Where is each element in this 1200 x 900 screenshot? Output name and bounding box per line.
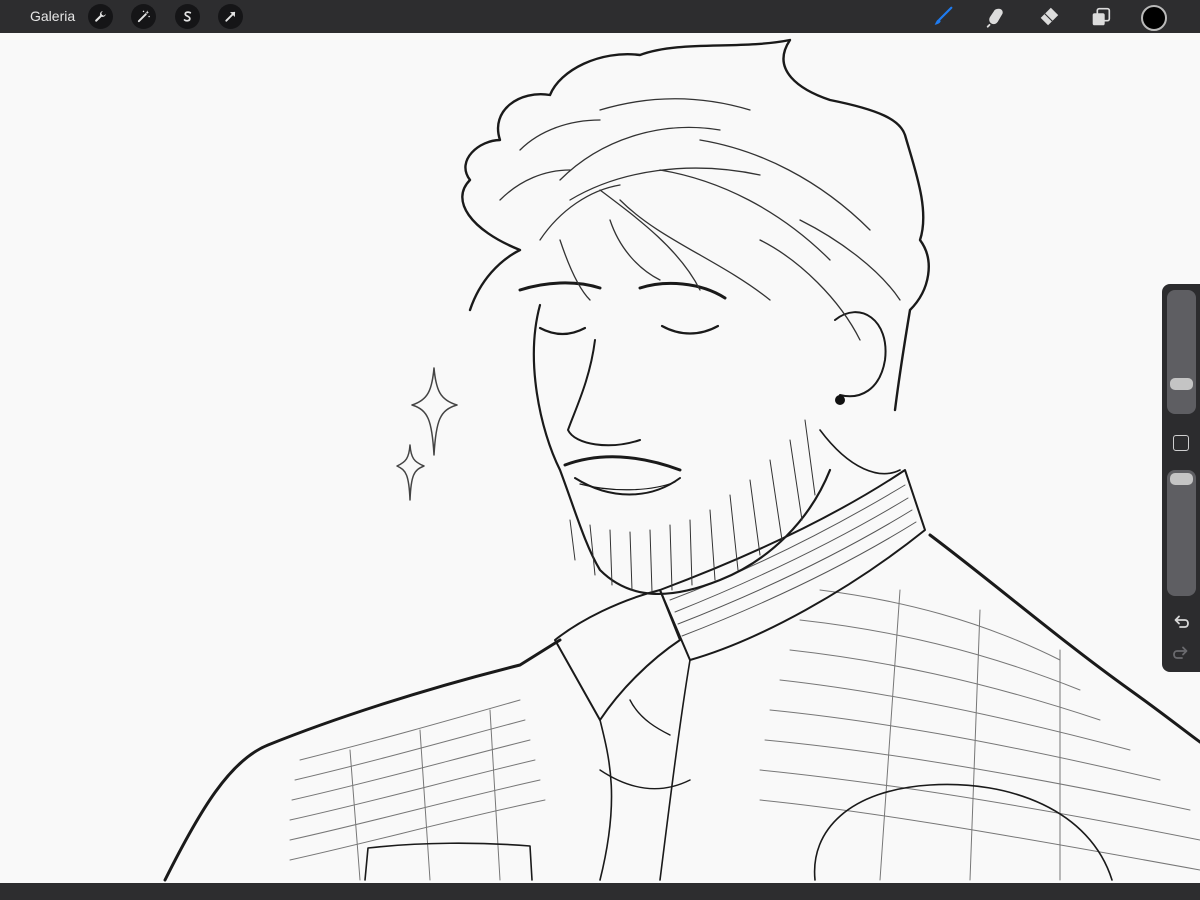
transform-button[interactable] xyxy=(218,4,243,29)
move-arrow-icon xyxy=(225,11,236,22)
layers-icon xyxy=(1092,7,1111,26)
side-toolbar xyxy=(1162,284,1200,672)
selection-button[interactable] xyxy=(175,4,200,29)
bottom-bar xyxy=(0,883,1200,900)
drawing-canvas[interactable] xyxy=(0,33,1200,883)
brush-size-slider[interactable] xyxy=(1167,290,1196,414)
eraser-icon xyxy=(1040,7,1059,26)
smudge-tool[interactable] xyxy=(983,4,1009,30)
eraser-tool[interactable] xyxy=(1036,4,1062,30)
wrench-icon xyxy=(95,11,106,22)
adjustments-button[interactable] xyxy=(131,4,156,29)
layers-tool[interactable] xyxy=(1088,4,1114,30)
magic-wand-icon xyxy=(137,10,150,23)
modify-button[interactable] xyxy=(1173,435,1189,451)
line-art-portrait xyxy=(163,38,1200,882)
gallery-button[interactable]: Galeria xyxy=(30,8,75,24)
top-toolbar: Galeria xyxy=(0,0,1200,33)
selection-s-icon xyxy=(183,11,192,22)
smudge-icon xyxy=(986,8,1003,28)
opacity-thumb[interactable] xyxy=(1170,473,1193,485)
redo-icon[interactable] xyxy=(1172,644,1190,662)
brush-tool[interactable] xyxy=(930,4,956,30)
actions-button[interactable] xyxy=(88,4,113,29)
undo-icon[interactable] xyxy=(1172,613,1190,631)
brush-icon xyxy=(934,6,953,25)
opacity-slider[interactable] xyxy=(1167,470,1196,596)
color-swatch[interactable] xyxy=(1141,5,1167,31)
brush-size-thumb[interactable] xyxy=(1170,378,1193,390)
